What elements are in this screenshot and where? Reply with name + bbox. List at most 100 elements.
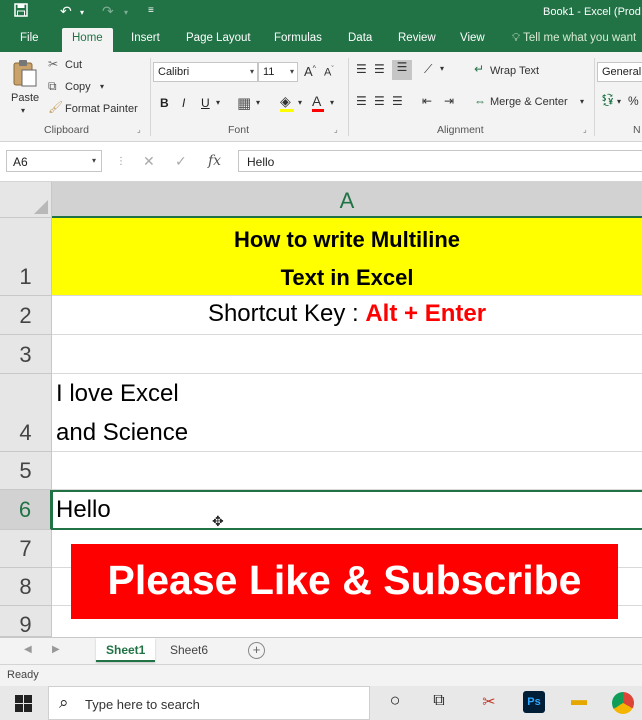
copy-icon[interactable]: ⧉ <box>48 79 57 94</box>
middle-align-icon[interactable]: ☰ <box>374 62 385 76</box>
tab-insert[interactable]: Insert <box>131 32 160 44</box>
decrease-indent-icon[interactable]: ⇤ <box>422 94 432 108</box>
task-view-icon[interactable]: ⧉ <box>428 692 450 714</box>
tab-formulas[interactable]: Formulas <box>274 32 322 44</box>
formula-input[interactable]: Hello <box>238 150 642 172</box>
tab-home[interactable]: Home <box>62 28 113 52</box>
row-header-4[interactable]: 4 <box>0 374 52 452</box>
row-header-3[interactable]: 3 <box>0 335 52 374</box>
underline-button[interactable]: U <box>201 96 210 110</box>
fill-color-dropdown-icon[interactable]: ▾ <box>298 98 302 107</box>
select-all-button[interactable] <box>0 182 52 218</box>
cut-button[interactable]: Cut <box>65 59 82 71</box>
italic-button[interactable]: I <box>182 96 185 110</box>
merge-center-button[interactable]: Merge & Center <box>490 96 568 108</box>
row-header-2[interactable]: 2 <box>0 296 52 335</box>
cancel-icon[interactable]: ✕ <box>143 153 155 170</box>
sheet-nav-next-icon[interactable]: ▶ <box>52 644 60 655</box>
ribbon-home: Paste ▾ ✂ Cut ⧉ Copy ▾ 🖌︎ Format Painter… <box>0 52 642 142</box>
undo-icon[interactable]: ↶ <box>60 3 72 20</box>
add-sheet-icon[interactable]: + <box>248 642 265 659</box>
format-painter-button[interactable]: Format Painter <box>65 103 138 115</box>
scissors-icon[interactable]: ✂ <box>48 57 58 71</box>
align-left-icon[interactable]: ☰ <box>356 94 367 108</box>
snipping-tool-icon[interactable]: ✂ <box>478 692 500 714</box>
orientation-dropdown-icon[interactable]: ▾ <box>440 64 444 73</box>
redo-dropdown-icon[interactable]: ▾ <box>124 8 128 17</box>
increase-indent-icon[interactable]: ⇥ <box>444 94 454 108</box>
enter-icon[interactable]: ✓ <box>175 153 187 170</box>
top-align-icon[interactable]: ☰ <box>356 62 367 76</box>
sheet-tab-sheet1[interactable]: Sheet1 <box>96 638 156 662</box>
windows-start-icon[interactable] <box>15 695 32 712</box>
photoshop-icon[interactable]: Ps <box>523 691 545 713</box>
format-painter-icon[interactable]: 🖌︎ <box>48 100 63 114</box>
cell-a4[interactable]: I love Excel and Science <box>52 374 642 452</box>
more-options-icon[interactable]: ⋮ <box>116 156 126 167</box>
percent-icon[interactable]: % <box>628 94 639 108</box>
file-explorer-icon[interactable]: ▬ <box>568 692 590 714</box>
sheet-tab-sheet6[interactable]: Sheet6 <box>160 638 218 662</box>
align-right-icon[interactable]: ☰ <box>392 94 403 108</box>
alignment-launcher-icon[interactable]: ⌟ <box>583 125 587 134</box>
cortana-icon[interactable]: ○ <box>384 690 406 712</box>
chrome-icon[interactable] <box>612 692 634 714</box>
row-header-1[interactable]: 1 <box>0 218 52 296</box>
wrap-text-icon[interactable]: ↵ <box>474 62 484 76</box>
font-color-dropdown-icon[interactable]: ▾ <box>330 98 334 107</box>
underline-dropdown-icon[interactable]: ▾ <box>216 98 220 107</box>
font-name-combo[interactable]: Calibri ▾ <box>153 62 258 82</box>
name-box-value: A6 <box>13 155 28 169</box>
decrease-font-size-icon[interactable]: Aˇ <box>324 66 334 79</box>
sheet-nav-prev-icon[interactable]: ◀ <box>24 644 32 655</box>
clipboard-icon <box>13 60 37 87</box>
insert-function-icon[interactable]: fx <box>208 153 221 169</box>
cell-a1[interactable]: How to write Multiline Text in Excel <box>52 218 642 296</box>
accounting-dropdown-icon[interactable]: ▾ <box>617 97 621 106</box>
tab-view[interactable]: View <box>460 32 485 44</box>
accounting-format-icon[interactable]: 💱︎ <box>600 93 615 107</box>
cell-a3[interactable] <box>52 335 642 374</box>
number-format-combo[interactable]: General <box>597 62 642 82</box>
wrap-text-button[interactable]: Wrap Text <box>490 65 539 77</box>
paste-dropdown-icon: ▾ <box>21 106 26 115</box>
align-center-icon[interactable]: ☰ <box>374 94 385 108</box>
row-header-5[interactable]: 5 <box>0 452 52 490</box>
fill-color-icon[interactable]: ◈ <box>280 93 294 112</box>
tab-data[interactable]: Data <box>348 32 372 44</box>
customize-quick-access-icon[interactable]: ≡ <box>148 5 154 16</box>
merge-dropdown-icon[interactable]: ▾ <box>580 97 584 106</box>
row-header-9[interactable]: 9 <box>0 606 52 637</box>
tab-review[interactable]: Review <box>398 32 436 44</box>
bottom-align-icon[interactable]: ☰ <box>392 60 412 80</box>
row-header-8[interactable]: 8 <box>0 568 52 606</box>
cell-a1-line1: How to write Multiline <box>233 227 461 252</box>
bold-button[interactable]: B <box>160 96 169 110</box>
merge-center-icon[interactable]: ⇔ <box>474 94 486 108</box>
taskbar-search-box[interactable]: ⌕ Type here to search <box>48 686 370 720</box>
copy-dropdown-icon[interactable]: ▾ <box>100 82 104 91</box>
row-header-6[interactable]: 6 <box>0 490 52 530</box>
paste-button[interactable]: Paste ▾ <box>8 56 42 116</box>
name-box[interactable]: A6 ▾ <box>6 150 102 172</box>
borders-icon[interactable]: ▦ <box>237 94 251 112</box>
tab-page-layout[interactable]: Page Layout <box>186 32 251 44</box>
borders-dropdown-icon[interactable]: ▾ <box>256 98 260 107</box>
column-header-a[interactable]: A <box>52 182 642 218</box>
increase-font-size-icon[interactable]: A^ <box>304 64 316 79</box>
font-size-combo[interactable]: 11 ▾ <box>258 62 298 82</box>
clipboard-launcher-icon[interactable]: ⌟ <box>137 125 141 134</box>
redo-icon[interactable]: ↷ <box>102 3 114 20</box>
undo-dropdown-icon[interactable]: ▾ <box>80 8 84 17</box>
font-color-icon[interactable]: A <box>312 93 324 112</box>
tell-me-box[interactable]: 💡︎ Tell me what you want <box>512 32 636 45</box>
copy-button[interactable]: Copy <box>65 81 91 93</box>
tab-file[interactable]: File <box>20 32 39 44</box>
cell-a2[interactable]: Shortcut Key : Alt + Enter <box>52 296 642 335</box>
cell-a5[interactable] <box>52 452 642 490</box>
orientation-icon[interactable]: ⟋ <box>424 62 432 77</box>
paste-label: Paste <box>11 92 40 104</box>
font-launcher-icon[interactable]: ⌟ <box>334 125 338 134</box>
save-icon[interactable] <box>14 3 28 20</box>
row-header-7[interactable]: 7 <box>0 530 52 568</box>
